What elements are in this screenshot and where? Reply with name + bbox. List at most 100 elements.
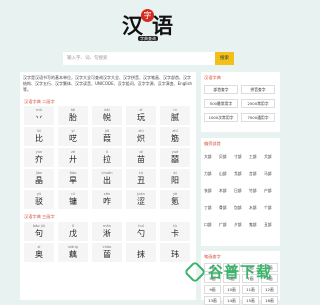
radical-link[interactable]: 山部 — [219, 171, 227, 177]
radical-link[interactable]: 鬼部 — [249, 222, 257, 228]
radical-link[interactable]: 水部 — [249, 205, 257, 211]
char-cell[interactable]: tái 胎 — [58, 106, 88, 125]
radical-link[interactable]: 衣部 — [204, 188, 212, 194]
radical-link[interactable]: 寸部 — [234, 154, 242, 160]
char-cell[interactable]: jiàn 晶 — [24, 169, 54, 188]
radical-link[interactable]: 犬部 — [264, 154, 272, 160]
char-cell[interactable]: mǔ 丷 — [24, 106, 54, 125]
char-cell[interactable]: 玮 — [160, 243, 190, 262]
stroke-count-link[interactable]: 12画 — [261, 285, 278, 294]
char-cell[interactable]: lì 拉 — [92, 148, 122, 167]
char-cell[interactable]: bǐ 比 — [24, 127, 54, 146]
char-hanzi: 玮 — [171, 250, 179, 259]
char-hanzi: 淅 — [103, 229, 111, 238]
char-hanzi: 蒈 — [103, 250, 111, 259]
char-cell[interactable]: lǐ 戊 — [58, 222, 88, 241]
radical-link[interactable]: 马部 — [264, 171, 272, 177]
stroke-count-link[interactable]: 13画 — [204, 296, 221, 305]
char-cell[interactable]: yuè 囍 — [160, 148, 190, 167]
char-cell[interactable]: chuǎn 出 — [92, 169, 122, 188]
char-grid-3stroke: bāo jiǔ 句 lǐ 戊 mǎn 淅 huǐ 勺 tù 卡 zǐ 奥 xiāng 藕 cháo 蒈 抹 玮 — [24, 222, 192, 300]
char-hanzi: 涩 — [137, 197, 145, 206]
radical-link[interactable]: 木部 — [219, 188, 227, 194]
radical-link[interactable]: 工部 — [249, 154, 257, 160]
char-hanzi: 镛 — [69, 197, 77, 206]
char-cell[interactable]: huǐ 勺 — [126, 222, 156, 241]
char-hanzi: 出 — [103, 176, 111, 185]
char-cell[interactable]: xiāng 藕 — [58, 243, 88, 262]
sidebar-dictionary-link[interactable]: 拼音查字 — [241, 85, 275, 94]
radical-link[interactable]: 力部 — [204, 171, 212, 177]
sidebar-dictionary-link[interactable]: 7000通用字 — [241, 113, 275, 122]
sidebar-strokes-title: 笔画查字 — [204, 254, 221, 259]
char-cell[interactable]: zhī 筋 — [160, 127, 190, 146]
sidebar-dictionary-link[interactable]: 500最常用字 — [204, 99, 238, 108]
radical-link[interactable]: 丑部 — [264, 222, 272, 228]
char-hanzi: 咋 — [103, 197, 111, 206]
stroke-count-link[interactable]: 9画 — [204, 285, 221, 294]
char-cell[interactable]: zè 廾 — [58, 148, 88, 167]
radical-link[interactable]: 夕部 — [234, 222, 242, 228]
char-cell[interactable]: mǎn 淅 — [92, 222, 122, 241]
radical-link[interactable]: 贝部 — [219, 154, 227, 160]
radical-link[interactable]: 包部 — [234, 205, 242, 211]
char-cell[interactable]: nǐ 镛 — [58, 190, 88, 209]
stroke-count-link[interactable]: 16画 — [261, 296, 278, 305]
stroke-count-link[interactable]: 11画 — [242, 285, 259, 294]
search-button[interactable]: 搜索 — [215, 52, 234, 65]
sidebar-dictionary-link[interactable]: 1000次常用字 — [204, 113, 238, 122]
search-input[interactable] — [63, 52, 215, 65]
char-cell[interactable]: tǔ 丑 — [126, 169, 156, 188]
sidebar-radicals: 偏旁部首 大部 贝部 寸部 工部 犬部 力部 山部 戈部 言部 马部 衣部 木部 日部 竹部 户部 丁部 骨部 包… — [201, 138, 280, 246]
section-title-3stroke: 汉语字典 三画字 — [24, 214, 55, 219]
radical-link[interactable]: 疒部 — [219, 222, 227, 228]
radical-link[interactable]: 戈部 — [234, 171, 242, 177]
site-logo[interactable]: 汉 字 语 字典查询 — [122, 9, 178, 42]
char-cell[interactable]: jiā 葭 — [92, 127, 122, 146]
watermark-logo-icon — [183, 260, 207, 284]
stroke-count-link[interactable]: 10画 — [223, 285, 240, 294]
char-hanzi: 腻 — [171, 113, 179, 122]
radical-link[interactable]: 日部 — [234, 188, 242, 194]
stroke-count-link[interactable]: 15画 — [242, 296, 259, 305]
char-cell[interactable]: zǐ 奥 — [24, 243, 54, 262]
sidebar-dictionary-link[interactable]: 部首查字 — [204, 85, 238, 94]
char-cell[interactable]: 抹 — [126, 243, 156, 262]
char-cell[interactable]: bāo jiǔ 句 — [24, 222, 54, 241]
char-cell[interactable]: yè 氪 — [160, 190, 190, 209]
sidebar-dictionary-link[interactable]: 2500常用字 — [241, 99, 275, 108]
char-cell[interactable]: zǐ 玩 — [126, 106, 156, 125]
radical-link[interactable]: 竹部 — [249, 188, 257, 194]
char-cell[interactable]: juàn 涩 — [126, 190, 156, 209]
char-cell[interactable]: tù 卡 — [160, 222, 190, 241]
sidebar-dictionary-title: 汉语字典 — [204, 75, 221, 80]
radical-link[interactable]: 丁部 — [204, 205, 212, 211]
char-hanzi: 句 — [35, 229, 43, 238]
char-cell[interactable]: ài 阳 — [160, 169, 190, 188]
char-hanzi: 筋 — [171, 134, 179, 143]
char-cell[interactable]: qǐ 苗 — [126, 148, 156, 167]
char-hanzi: 丷 — [35, 113, 43, 122]
radical-link[interactable]: 大部 — [204, 154, 212, 160]
char-grid-2stroke: mǔ 丷 tái 胎 kāi 帨 zǐ 玩 nì 腻 bǐ 比 yì 呓 jiā 葭 zhì 炽 zhī 筋 yún 夰 z… — [24, 106, 192, 212]
char-cell[interactable]: kāi 帨 — [92, 106, 122, 125]
char-hanzi: 戊 — [69, 229, 77, 238]
char-cell[interactable]: zhì 炽 — [126, 127, 156, 146]
char-cell[interactable]: yì 呓 — [58, 127, 88, 146]
char-hanzi: 帨 — [103, 113, 111, 122]
char-cell[interactable]: tiǎo 旱 — [58, 169, 88, 188]
char-cell[interactable]: yún 夰 — [24, 148, 54, 167]
char-cell[interactable]: cháo 蒈 — [92, 243, 122, 262]
char-cell[interactable]: nì 腻 — [160, 106, 190, 125]
radical-link[interactable]: 言部 — [249, 171, 257, 177]
char-cell[interactable]: yǔ 驳 — [24, 190, 54, 209]
search-bar: 搜索 — [63, 52, 234, 65]
stroke-count-link[interactable]: 14画 — [223, 296, 240, 305]
radical-link[interactable]: 户部 — [264, 188, 272, 194]
radical-link[interactable]: 个部 — [264, 205, 272, 211]
char-cell[interactable]: cān 咋 — [92, 190, 122, 209]
radical-link[interactable]: 口部 — [204, 222, 212, 228]
char-hanzi: 藕 — [69, 250, 77, 259]
intro-text: 汉字是汉语书写的基本单位，汉字大全可查询汉字大全、汉字拼音、汉字笔画、汉字部首、… — [23, 75, 193, 92]
radical-link[interactable]: 骨部 — [219, 205, 227, 211]
